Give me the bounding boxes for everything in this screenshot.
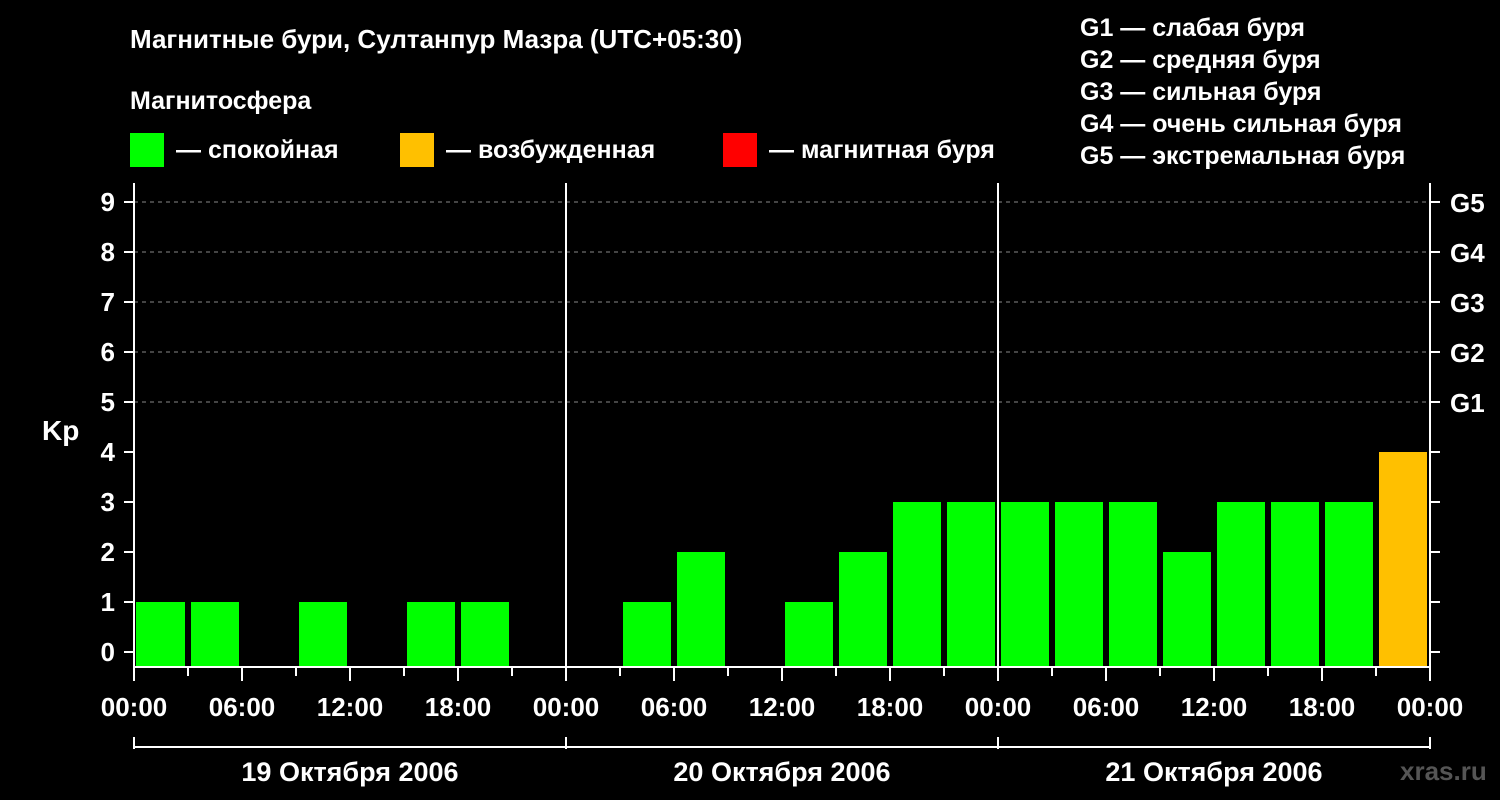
y-tick-label: 3 bbox=[101, 487, 115, 517]
kp-bar bbox=[623, 602, 671, 667]
kp-bar bbox=[1109, 502, 1157, 667]
x-tick-label: 18:00 bbox=[1289, 692, 1356, 722]
y-tick-label: 2 bbox=[101, 537, 115, 567]
kp-bar bbox=[947, 502, 995, 667]
x-tick-label: 06:00 bbox=[641, 692, 708, 722]
g-level-label: G2 bbox=[1450, 338, 1485, 368]
kp-bar bbox=[785, 602, 833, 667]
kp-bar bbox=[839, 552, 887, 667]
x-tick-label: 18:00 bbox=[857, 692, 924, 722]
kp-bar bbox=[1217, 502, 1265, 667]
day-label: 21 Октября 2006 bbox=[1105, 757, 1322, 787]
kp-bar bbox=[1055, 502, 1103, 667]
y-tick-label: 8 bbox=[101, 237, 115, 267]
x-tick-label: 06:00 bbox=[209, 692, 276, 722]
g-level-label: G1 bbox=[1450, 388, 1485, 418]
x-tick-label: 00:00 bbox=[1397, 692, 1464, 722]
kp-bar bbox=[1325, 502, 1373, 667]
y-tick-label: 7 bbox=[101, 287, 115, 317]
kp-bar bbox=[1001, 502, 1049, 667]
x-tick-label: 00:00 bbox=[533, 692, 600, 722]
y-tick-label: 6 bbox=[101, 337, 115, 367]
x-tick-label: 12:00 bbox=[749, 692, 816, 722]
y-axis-label: Kp bbox=[42, 415, 79, 446]
day-label: 20 Октября 2006 bbox=[673, 757, 890, 787]
kp-bar bbox=[1163, 552, 1211, 667]
kp-bar bbox=[461, 602, 509, 667]
y-tick-label: 1 bbox=[101, 587, 115, 617]
day-label: 19 Октября 2006 bbox=[241, 757, 458, 787]
watermark: xras.ru bbox=[1400, 756, 1487, 786]
g-level-label: G5 bbox=[1450, 188, 1485, 218]
kp-bar bbox=[677, 552, 725, 667]
y-tick-label: 0 bbox=[101, 637, 115, 667]
y-tick-label: 4 bbox=[101, 437, 116, 467]
kp-bar bbox=[191, 602, 239, 667]
kp-bar bbox=[1271, 502, 1319, 667]
y-tick-label: 5 bbox=[101, 387, 115, 417]
x-tick-label: 12:00 bbox=[1181, 692, 1248, 722]
x-tick-label: 12:00 bbox=[317, 692, 384, 722]
x-tick-label: 00:00 bbox=[101, 692, 168, 722]
y-tick-label: 9 bbox=[101, 187, 115, 217]
x-tick-label: 06:00 bbox=[1073, 692, 1140, 722]
kp-bar bbox=[299, 602, 347, 667]
kp-bar-chart: 0 1 2 3 4 5 6 7 8 9 G1 G2 G3 G4 G5 Kp 00:00 06:00 12:00 18:… bbox=[42, 183, 1485, 787]
kp-bar bbox=[136, 602, 185, 667]
kp-bar bbox=[1379, 452, 1427, 667]
g-level-label: G4 bbox=[1450, 238, 1485, 268]
kp-bar bbox=[407, 602, 455, 667]
x-tick-label: 18:00 bbox=[425, 692, 492, 722]
g-level-label: G3 bbox=[1450, 288, 1485, 318]
kp-bar bbox=[893, 502, 941, 667]
x-tick-label: 00:00 bbox=[965, 692, 1032, 722]
